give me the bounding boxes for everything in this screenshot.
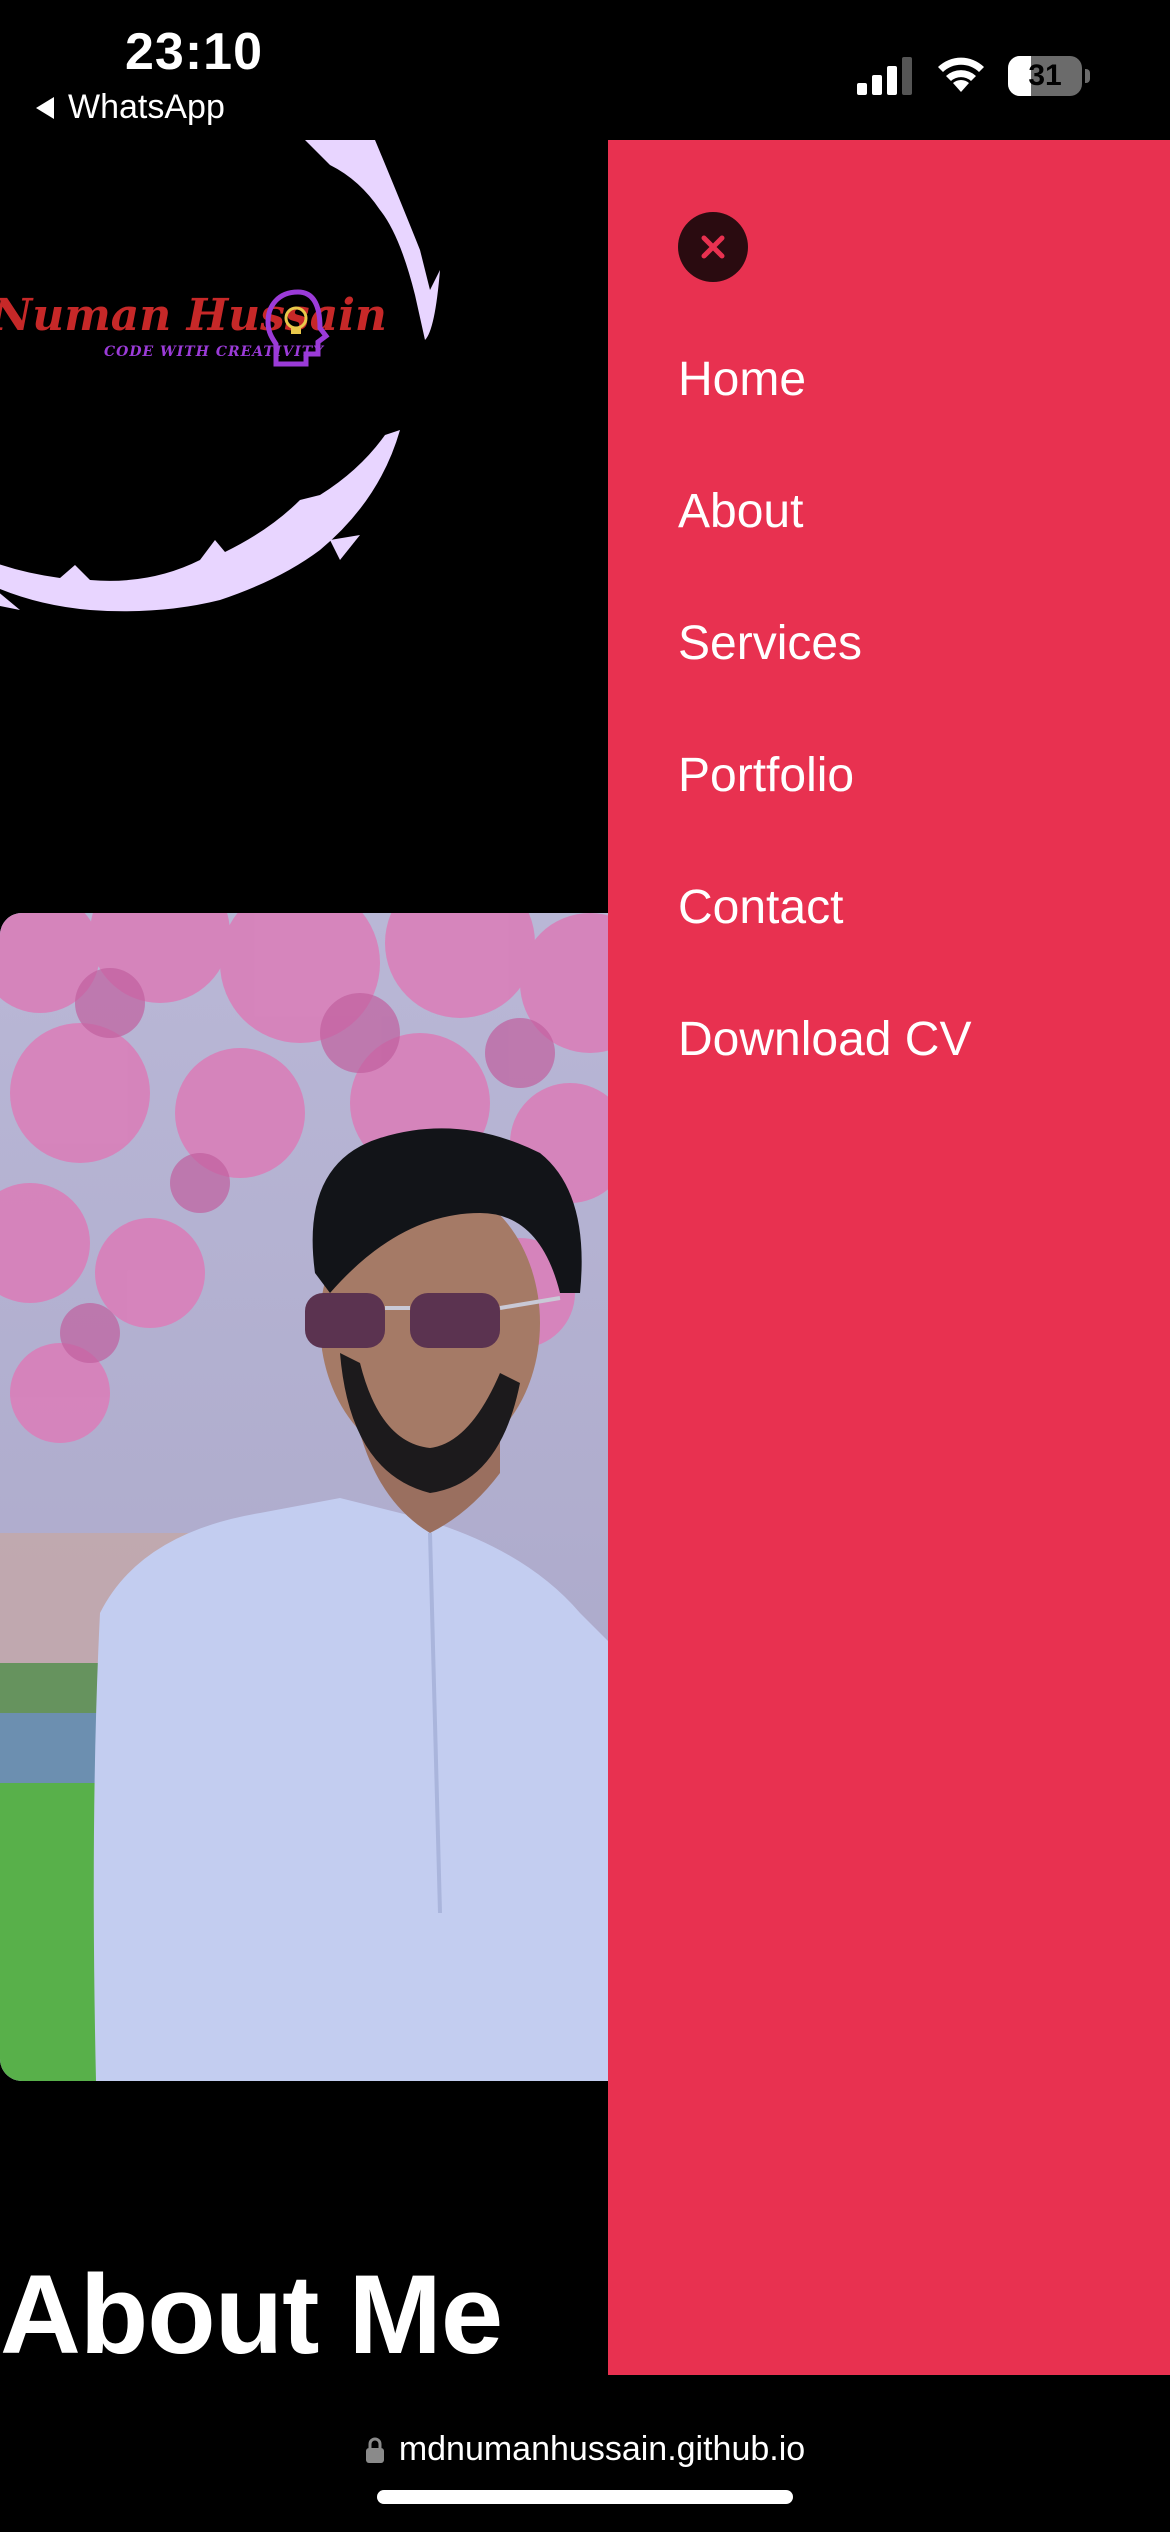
menu-item-download-cv[interactable]: Download CV: [678, 1010, 971, 1142]
browser-url-bar[interactable]: mdnumanhussain.github.io: [0, 2375, 1170, 2532]
back-to-app-button[interactable]: WhatsApp: [36, 88, 225, 127]
menu-item-portfolio[interactable]: Portfolio: [678, 746, 971, 878]
menu-list: Home About Services Portfolio Contact Do…: [678, 350, 971, 1142]
close-icon: [701, 235, 725, 259]
battery-body: 31: [1008, 56, 1082, 96]
about-heading: About Me: [0, 2252, 503, 2377]
url-display[interactable]: mdnumanhussain.github.io: [0, 2430, 1170, 2469]
menu-item-contact[interactable]: Contact: [678, 878, 971, 1010]
head-lightbulb-icon: [265, 289, 330, 367]
menu-item-home[interactable]: Home: [678, 350, 971, 482]
profile-photo: [0, 913, 620, 2081]
menu-item-services[interactable]: Services: [678, 614, 971, 746]
menu-item-about[interactable]: About: [678, 482, 971, 614]
side-navigation-menu: Home About Services Portfolio Contact Do…: [608, 140, 1170, 2375]
url-text: mdnumanhussain.github.io: [398, 2430, 806, 2468]
phone-screen: 23:10 WhatsApp 31 Numan Hussain CODE WIT…: [0, 0, 1170, 2532]
profile-photo-image: [0, 913, 620, 2081]
back-arrow-icon: [36, 96, 54, 119]
lock-icon: [365, 2437, 384, 2463]
battery-tip: [1085, 69, 1090, 83]
logo-brush-ring: [0, 140, 440, 612]
home-indicator[interactable]: [377, 2490, 793, 2504]
back-app-label: WhatsApp: [68, 88, 225, 126]
wifi-icon: [938, 57, 984, 92]
status-time: 23:10: [125, 23, 263, 81]
battery-icon: 31: [1008, 56, 1090, 96]
cellular-signal-icon: [857, 57, 912, 95]
close-menu-button[interactable]: [678, 212, 748, 282]
battery-level: 31: [1028, 59, 1062, 92]
status-bar: 23:10 WhatsApp 31: [0, 0, 1170, 140]
